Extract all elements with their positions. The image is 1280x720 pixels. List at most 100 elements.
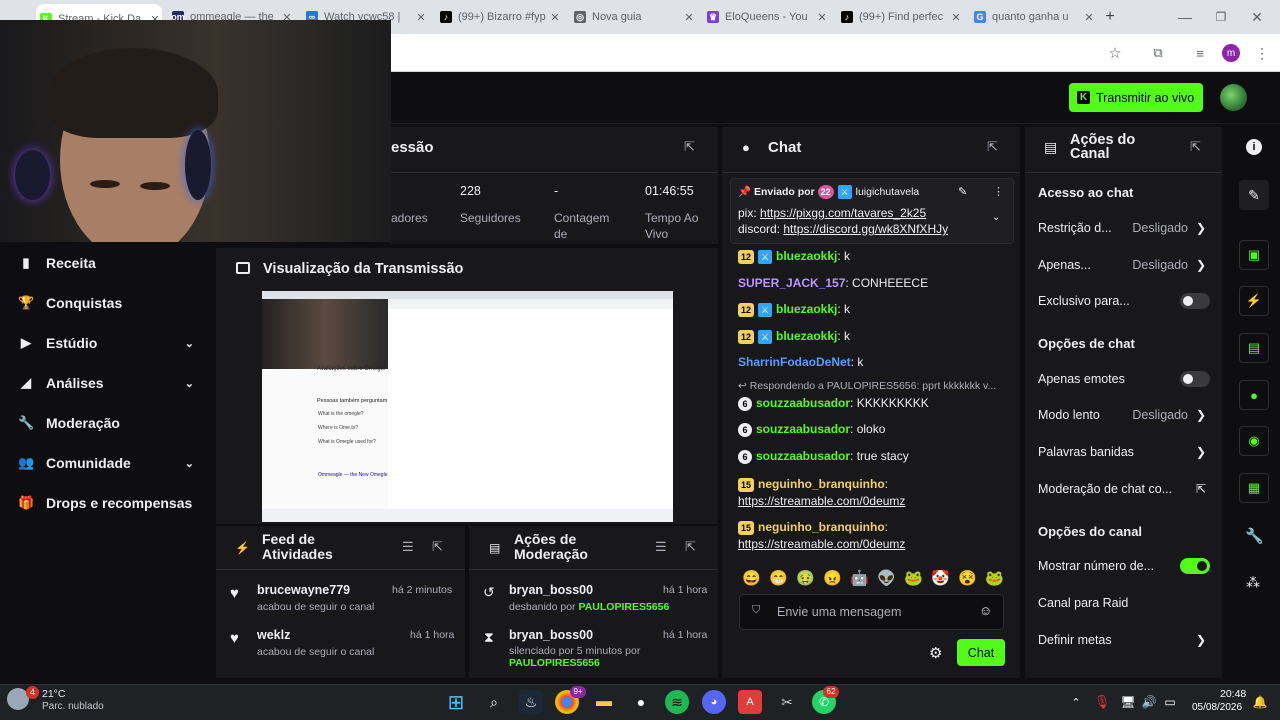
action-row[interactable]: Canal para Raid [1038, 593, 1210, 613]
new-tab-button[interactable]: + [1101, 8, 1119, 26]
mod-item-by[interactable]: PAULOPIRES5656 [509, 657, 600, 669]
emote-button[interactable]: 😵 [958, 569, 977, 587]
chat-username[interactable]: bluezaokkj [776, 329, 837, 343]
channel-avatar[interactable] [1220, 84, 1247, 111]
action-row[interactable]: Apenas... Desligado ❯ [1038, 255, 1210, 275]
edit-icon[interactable]: ✎ [1239, 180, 1269, 210]
extensions-icon[interactable]: ⧉ [1148, 43, 1168, 63]
stream-preview[interactable]: Avaliações sobre Omegle Pessoas também p… [262, 291, 673, 522]
popout-icon[interactable]: ⇱ [684, 139, 695, 155]
toggle-switch[interactable] [1180, 293, 1210, 309]
search-icon[interactable]: ⌕ [482, 690, 506, 714]
expand-chevron-icon[interactable]: ⌄ [992, 212, 1000, 223]
github-icon[interactable]: ● [629, 690, 653, 714]
rail-dashboard-icon[interactable]: ▦ [1239, 473, 1269, 503]
file-explorer-icon[interactable]: ▬ [592, 690, 616, 714]
media-icon[interactable]: ≡ [1190, 43, 1210, 63]
chat-username[interactable]: neguinho_branquinho [758, 477, 885, 491]
chat-send-button[interactable]: Chat [957, 639, 1005, 666]
browser-tab[interactable]: ♛ EloQueens - You ✕ [703, 6, 829, 28]
rail-document-icon[interactable]: ▤ [1239, 333, 1269, 363]
notification-icon[interactable]: 🔔 [1248, 690, 1272, 714]
bookmark-star-icon[interactable]: ☆ [1105, 43, 1125, 63]
emote-button[interactable]: 😁 [769, 569, 788, 587]
action-row[interactable]: Exclusivo para... [1038, 291, 1210, 311]
mic-icon[interactable]: 🎙 [1090, 690, 1114, 714]
feed-filter-icon[interactable]: ☰ [402, 539, 414, 555]
chat-username[interactable]: SharrinFodaoDeNet [738, 355, 851, 369]
action-row[interactable]: Palavras banidas ❯ [1038, 442, 1210, 462]
browser-tab[interactable]: ♪ (99+) Find perfec ✕ [837, 6, 963, 28]
chat-link[interactable]: https://streamable.com/0deumz [738, 494, 905, 508]
feed-popout-icon[interactable]: ⇱ [432, 539, 443, 555]
discord-link[interactable]: https://discord.gg/wk8XNfXHJy [783, 222, 948, 236]
snipping-icon[interactable]: ✂ [775, 690, 799, 714]
windows-start-icon[interactable]: ⊞ [444, 690, 468, 714]
chevron-down-icon[interactable]: ⌄ [185, 337, 194, 350]
info-icon[interactable]: i [1246, 139, 1262, 155]
action-row[interactable]: Mostrar número de... [1038, 556, 1210, 576]
toggle-switch[interactable] [1180, 371, 1210, 387]
action-row[interactable]: Moderação de chat co... ⇱ [1038, 479, 1210, 499]
feed-item-name[interactable]: brucewayne779 [257, 583, 350, 597]
toggle-switch[interactable] [1180, 558, 1210, 574]
chat-username[interactable]: SUPER_JACK_157 [738, 276, 845, 290]
browser-tab[interactable]: ◎ Nova guia ✕ [570, 6, 696, 28]
mod-item-name[interactable]: bryan_boss00 [509, 628, 593, 642]
chat-settings-icon[interactable]: ⚙ [929, 644, 942, 662]
tab-close-icon[interactable]: ✕ [1082, 11, 1096, 24]
clock-time[interactable]: 20:48 [1220, 688, 1246, 700]
mod-item-name[interactable]: bryan_boss00 [509, 583, 593, 597]
minimize-icon[interactable]: — [1176, 8, 1194, 26]
maximize-icon[interactable]: ❐ [1212, 8, 1230, 26]
chat-username[interactable]: bluezaokkj [776, 249, 837, 263]
chevron-down-icon[interactable]: ⌄ [185, 377, 194, 390]
chat-username[interactable]: bluezaokkj [776, 302, 837, 316]
sidebar-item[interactable]: 👥 Comunidade ⌄ [18, 451, 208, 475]
chat-link[interactable]: https://streamable.com/0deumz [738, 537, 905, 551]
sidebar-item[interactable]: 🎁 Drops e recompensas [18, 491, 208, 515]
spotify-icon[interactable]: ≋ [665, 690, 689, 714]
action-row[interactable]: Definir metas ❯ [1038, 630, 1210, 650]
emote-button[interactable]: 🤡 [931, 569, 950, 587]
close-window-icon[interactable]: ✕ [1248, 8, 1266, 26]
go-live-button[interactable]: K Transmitir ao vivo [1069, 83, 1203, 112]
action-row[interactable]: Modo lento Desligado ❯ [1038, 405, 1210, 425]
emote-button[interactable]: 😠 [823, 569, 842, 587]
chat-username[interactable]: souzzaabusador [756, 449, 850, 463]
emoji-picker-icon[interactable]: ☺ [979, 603, 992, 618]
rail-nodes-icon[interactable]: ⁂ [1246, 574, 1260, 591]
tab-close-icon[interactable]: ✕ [949, 11, 963, 24]
tray-chevron-icon[interactable]: ⌃ [1064, 690, 1088, 714]
sidebar-item[interactable]: ▶ Estúdio ⌄ [18, 331, 208, 355]
action-row[interactable]: Restrição d... Desligado ❯ [1038, 218, 1210, 238]
emote-button[interactable]: 🐸 [904, 569, 923, 587]
battery-icon[interactable]: ▭ [1158, 690, 1182, 714]
rail-broadcast-icon[interactable]: ◉ [1239, 426, 1269, 456]
sidebar-item[interactable]: ◢ Análises ⌄ [18, 371, 208, 395]
emote-button[interactable]: 👽 [877, 569, 896, 587]
action-row[interactable]: Apenas emotes [1038, 369, 1210, 389]
mod-popout-icon[interactable]: ⇱ [685, 539, 696, 555]
mod-item-by[interactable]: PAULOPIRES5656 [578, 601, 669, 613]
emote-button[interactable]: 🤖 [850, 569, 869, 587]
rail-wrench-icon[interactable]: 🔧 [1245, 527, 1264, 545]
emote-button[interactable]: 🐸 [985, 569, 1004, 587]
acrobat-icon[interactable]: A [738, 690, 762, 714]
chat-username[interactable]: neguinho_branquinho [758, 520, 885, 534]
sidebar-item[interactable]: 🏆 Conquistas [18, 291, 208, 315]
mod-filter-icon[interactable]: ☰ [655, 539, 667, 555]
browser-tab[interactable]: Gquanto ganha u ✕ [970, 6, 1096, 28]
pinned-menu-icon[interactable]: ⋮ [993, 185, 1004, 198]
profile-avatar[interactable]: m [1222, 44, 1240, 62]
rail-chat-icon[interactable]: ● [1239, 380, 1269, 410]
tab-close-icon[interactable]: ✕ [815, 11, 829, 24]
emote-button[interactable]: 😄 [742, 569, 761, 587]
reply-context[interactable]: ↩ Respondendo a PAULOPIRES5656: pprt kkk… [738, 380, 996, 392]
unpin-icon[interactable]: ✎ [958, 185, 967, 198]
rail-bolt-icon[interactable]: ⚡ [1239, 286, 1269, 316]
actions-popout-icon[interactable]: ⇱ [1190, 139, 1201, 155]
rail-scan-icon[interactable]: ▣ [1239, 240, 1269, 270]
tab-close-icon[interactable]: ✕ [548, 11, 562, 24]
tab-close-icon[interactable]: ✕ [414, 11, 428, 24]
